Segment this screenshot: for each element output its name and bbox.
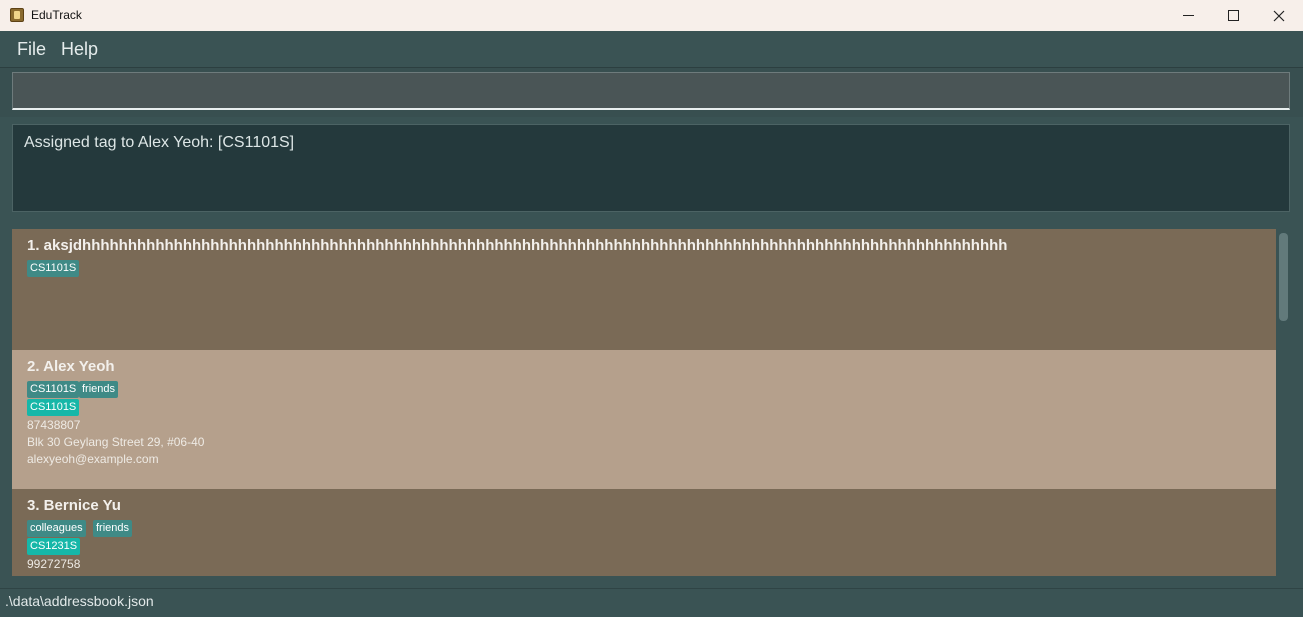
- menu-help[interactable]: Help: [61, 39, 98, 60]
- minimize-icon: [1182, 15, 1194, 16]
- command-input[interactable]: [12, 72, 1290, 110]
- person-tag: friends: [79, 381, 119, 398]
- close-button[interactable]: [1256, 0, 1302, 31]
- person-name: 2. Alex Yeoh: [27, 358, 115, 375]
- menu-file[interactable]: File: [17, 39, 46, 60]
- person-card-selected[interactable]: 2. Alex Yeoh CS1101S friends CS1101S 874…: [12, 350, 1276, 489]
- person-tag: CS1101S: [27, 260, 80, 277]
- maximize-button[interactable]: [1210, 0, 1256, 31]
- scrollbar-thumb[interactable]: [1279, 233, 1288, 321]
- address-book-icon: [10, 8, 24, 22]
- person-card[interactable]: 3. Bernice Yu colleagues friends CS1231S…: [12, 489, 1276, 576]
- person-tag: colleagues: [27, 520, 86, 537]
- window-title: EduTrack: [31, 8, 82, 22]
- module-tag: CS1231S: [27, 538, 81, 555]
- result-message: Assigned tag to Alex Yeoh: [CS1101S]: [24, 134, 295, 151]
- save-location: .\data\addressbook.json: [5, 593, 154, 609]
- person-phone: 87438807: [27, 418, 81, 432]
- person-phone: 99272758: [27, 557, 81, 571]
- person-name: 3. Bernice Yu: [27, 497, 121, 514]
- person-list[interactable]: 1. aksjdhhhhhhhhhhhhhhhhhhhhhhhhhhhhhhhh…: [12, 229, 1290, 576]
- title-bar: EduTrack: [0, 0, 1303, 32]
- close-icon: [1273, 10, 1285, 21]
- status-bar: [0, 588, 1303, 617]
- person-email: alexyeoh@example.com: [27, 452, 159, 466]
- person-tag: friends: [93, 520, 133, 537]
- person-name: 1. aksjdhhhhhhhhhhhhhhhhhhhhhhhhhhhhhhhh…: [27, 237, 1008, 254]
- module-tag: CS1101S: [27, 399, 80, 416]
- person-tag: CS1101S: [27, 381, 80, 398]
- minimize-button[interactable]: [1165, 0, 1211, 31]
- menu-bar: File Help: [0, 31, 1303, 67]
- person-card[interactable]: 1. aksjdhhhhhhhhhhhhhhhhhhhhhhhhhhhhhhhh…: [12, 229, 1276, 350]
- maximize-icon: [1227, 10, 1239, 21]
- person-address: Blk 30 Geylang Street 29, #06-40: [27, 435, 205, 449]
